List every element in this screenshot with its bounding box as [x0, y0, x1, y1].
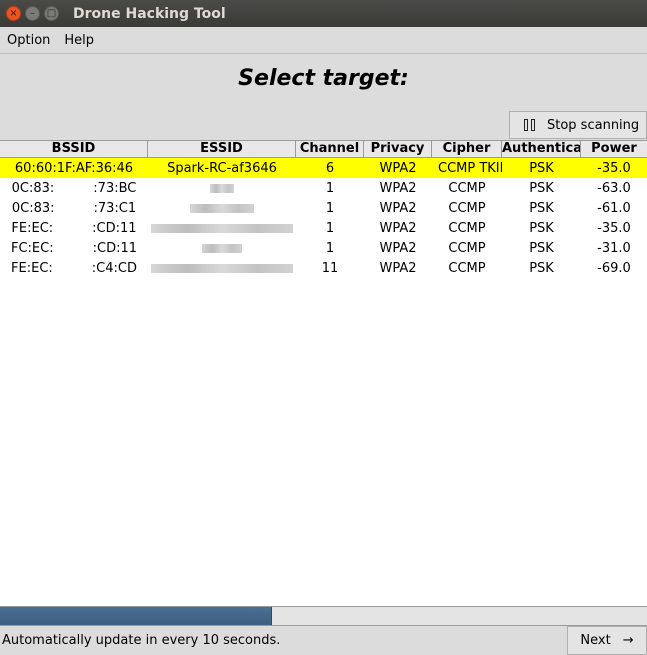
cell-essid-redacted	[148, 241, 296, 256]
menu-bar: Option Help	[0, 27, 647, 54]
column-header-bssid[interactable]: BSSID	[0, 141, 148, 157]
cell-essid-redacted	[148, 181, 296, 196]
cell-power: -35.0	[597, 160, 631, 176]
status-bar: Automatically update in every 10 seconds…	[0, 626, 647, 655]
column-header-channel[interactable]: Channel	[296, 141, 364, 157]
table-row[interactable]: FC:EC: :CD:11 1 WPA2 CCMP PSK -31.0	[0, 238, 647, 258]
cell-bssid: 60:60:1F:AF:36:46	[14, 160, 134, 176]
cell-privacy: WPA2	[379, 200, 417, 216]
cell-essid: Spark-RC-af3646	[167, 160, 277, 176]
cell-auth: PSK	[529, 200, 554, 216]
close-window-button[interactable]: ×	[6, 6, 21, 21]
scan-progress-bar	[0, 606, 647, 626]
scan-progress-fill	[0, 607, 272, 625]
cell-essid-redacted	[148, 221, 296, 236]
cell-privacy: WPA2	[379, 180, 417, 196]
table-row[interactable]: 60:60:1F:AF:36:46 Spark-RC-af3646 6 WPA2…	[0, 158, 647, 178]
table-row[interactable]: FE:EC: :C4:CD 11 WPA2 CCMP PSK -69.0	[0, 258, 647, 278]
cell-channel: 1	[325, 220, 335, 236]
table-header: BSSID ESSID Channel Privacy Cipher Authe…	[0, 141, 647, 158]
cell-power: -61.0	[597, 200, 631, 216]
cell-power: -31.0	[597, 240, 631, 256]
table-row[interactable]: 0C:83: :73:C1 1 WPA2 CCMP PSK -61.0	[0, 198, 647, 218]
column-header-privacy[interactable]: Privacy	[364, 141, 432, 157]
cell-privacy: WPA2	[379, 240, 417, 256]
menu-help[interactable]: Help	[57, 33, 101, 48]
cell-bssid: 0C:83: :73:BC	[11, 180, 137, 196]
table-row[interactable]: FE:EC: :CD:11 1 WPA2 CCMP PSK -35.0	[0, 218, 647, 238]
networks-table: BSSID ESSID Channel Privacy Cipher Authe…	[0, 140, 647, 606]
cell-auth: PSK	[529, 180, 554, 196]
cell-bssid: FE:EC: :C4:CD	[11, 260, 137, 276]
cell-auth: PSK	[529, 160, 554, 176]
column-header-authentication[interactable]: Authenticat	[502, 141, 581, 157]
title-bar: × – □ Drone Hacking Tool	[0, 0, 647, 27]
cell-power: -69.0	[597, 260, 631, 276]
window-title: Drone Hacking Tool	[73, 5, 226, 22]
cell-cipher: CCMP	[448, 180, 486, 196]
cell-channel: 11	[321, 260, 339, 276]
cell-power: -35.0	[597, 220, 631, 236]
cell-channel: 6	[325, 160, 335, 176]
page-title: Select target:	[238, 66, 409, 91]
cell-auth: PSK	[529, 240, 554, 256]
cell-cipher: CCMP	[448, 220, 486, 236]
next-label: Next	[580, 633, 611, 648]
cell-power: -63.0	[597, 180, 631, 196]
next-button[interactable]: Next →	[567, 626, 647, 655]
arrow-right-icon: →	[622, 633, 634, 648]
cell-bssid: 0C:83: :73:C1	[11, 200, 137, 216]
cell-cipher: CCMP TKIP	[438, 160, 502, 176]
column-header-power[interactable]: Power	[581, 141, 647, 157]
cell-essid-redacted	[148, 201, 296, 216]
minimize-window-button[interactable]: –	[25, 6, 40, 21]
stop-scanning-button[interactable]: Stop scanning	[509, 111, 647, 139]
cell-auth: PSK	[529, 260, 554, 276]
cell-essid-redacted	[148, 261, 296, 276]
cell-cipher: CCMP	[448, 260, 486, 276]
status-text: Automatically update in every 10 seconds…	[2, 633, 281, 648]
cell-privacy: WPA2	[379, 220, 417, 236]
cell-bssid: FC:EC: :CD:11	[11, 240, 137, 256]
maximize-window-button[interactable]: □	[44, 6, 59, 21]
cell-auth: PSK	[529, 220, 554, 236]
cell-channel: 1	[325, 180, 335, 196]
stop-scanning-label: Stop scanning	[547, 117, 640, 133]
cell-cipher: CCMP	[448, 200, 486, 216]
cell-privacy: WPA2	[379, 260, 417, 276]
cell-privacy: WPA2	[379, 160, 417, 176]
menu-option[interactable]: Option	[0, 33, 57, 48]
column-header-cipher[interactable]: Cipher	[432, 141, 502, 157]
cell-cipher: CCMP	[448, 240, 486, 256]
table-row[interactable]: 0C:83: :73:BC 1 WPA2 CCMP PSK -63.0	[0, 178, 647, 198]
cell-channel: 1	[325, 200, 335, 216]
cell-channel: 1	[325, 240, 335, 256]
pause-icon	[524, 119, 535, 131]
column-header-essid[interactable]: ESSID	[148, 141, 296, 157]
cell-bssid: FE:EC: :CD:11	[11, 220, 137, 236]
